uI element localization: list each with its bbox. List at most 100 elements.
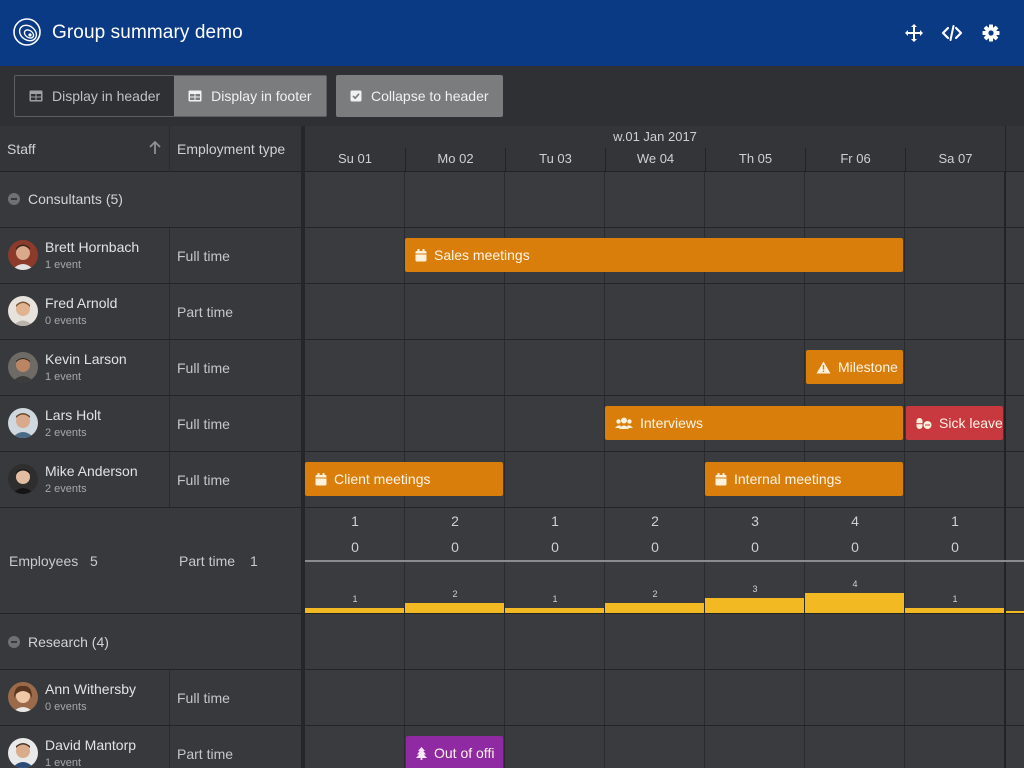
group-label: Consultants (5) — [28, 191, 123, 207]
group-header-consultants[interactable]: Consultants (5) — [0, 172, 301, 228]
employment-type: Full time — [177, 248, 230, 264]
app-title: Group summary demo — [52, 22, 243, 43]
day-header[interactable] — [1005, 148, 1024, 172]
collapse-group-icon[interactable] — [8, 636, 20, 648]
event-count: 0 events — [45, 315, 87, 327]
collapse-group-icon[interactable] — [8, 193, 20, 205]
staff-name: Fred Arnold — [45, 295, 118, 311]
summary-bar-label: 1 — [552, 594, 558, 604]
collapse-toggle: Collapse to header — [336, 75, 503, 117]
summary-bar-label: 1 — [952, 594, 958, 604]
employment-type-column-header[interactable]: Employment type — [170, 126, 301, 172]
employees-summary-value: 5 — [90, 553, 98, 569]
employment-type: Full time — [177, 360, 230, 376]
week-gridline — [1004, 172, 1006, 768]
summary-bar-label: 1 — [352, 594, 358, 604]
pills-icon — [916, 417, 932, 429]
table-icon — [188, 90, 202, 102]
employment-type-cell: Full time — [170, 340, 301, 395]
event-name: Out of offi — [434, 745, 495, 761]
event-bar[interactable]: Milestone — [806, 350, 903, 384]
fulltime-count: 4 — [851, 513, 859, 529]
event-name: Sales meetings — [434, 247, 530, 263]
event-count: 0 events — [45, 701, 87, 713]
day-header[interactable]: We 04 — [605, 148, 705, 172]
table-icon — [29, 90, 43, 102]
parttime-summary-label: Part time — [179, 553, 236, 569]
parttime-count: 0 — [351, 539, 359, 555]
collapse-to-header-button[interactable]: Collapse to header — [336, 75, 503, 117]
event-name: Milestone — [838, 359, 898, 375]
event-name: Sick leave — [939, 415, 1003, 431]
day-header[interactable]: Mo 02 — [405, 148, 505, 172]
event-bar[interactable]: Sick leave — [906, 406, 1003, 440]
display-in-header-button[interactable]: Display in header — [15, 76, 174, 116]
event-bar[interactable]: Internal meetings — [705, 462, 903, 496]
parttime-count: 0 — [851, 539, 859, 555]
resource-row[interactable]: Lars Holt 2 events Full time — [0, 396, 301, 452]
resource-row[interactable]: David Mantorp 1 event Part time — [0, 726, 301, 768]
resource-row[interactable]: Kevin Larson 1 event Full time — [0, 340, 301, 396]
day-header[interactable]: Th 05 — [705, 148, 805, 172]
staff-cell: David Mantorp 1 event — [0, 726, 170, 768]
employment-type-cell: Full time — [170, 396, 301, 451]
resource-row[interactable]: Ann Withersby 0 events Full time — [0, 670, 301, 726]
group-label: Research (4) — [28, 634, 109, 650]
day-header[interactable]: Fr 06 — [805, 148, 905, 172]
fulltime-count: 1 — [551, 513, 559, 529]
employment-type: Full time — [177, 690, 230, 706]
row-line — [305, 395, 1024, 396]
week-divider — [1005, 126, 1006, 148]
day-header[interactable]: Sa 07 — [905, 148, 1005, 172]
resource-row[interactable]: Brett Hornbach 1 event Full time — [0, 228, 301, 284]
group-summary-row: Employees 5 Part time 1 — [0, 508, 301, 614]
summary-bar — [305, 608, 404, 613]
staff-cell: Brett Hornbach 1 event — [0, 228, 170, 283]
row-line — [305, 451, 1024, 452]
staff-column-header[interactable]: Staff — [0, 126, 170, 172]
staff-cell: Ann Withersby 0 events — [0, 670, 170, 725]
employment-type-cell: Part time — [170, 284, 301, 339]
employees-summary-label: Employees — [9, 553, 79, 569]
users-icon — [615, 417, 633, 429]
avatar — [8, 682, 38, 712]
resource-row[interactable]: Mike Anderson 2 events Full time — [0, 452, 301, 508]
day-header[interactable]: Su 01 — [305, 148, 405, 172]
summary-bar-label: 2 — [652, 589, 658, 599]
app-header: Group summary demo — [0, 0, 1024, 66]
resource-row[interactable]: Fred Arnold 0 events Part time — [0, 284, 301, 340]
warning-icon — [816, 361, 831, 373]
event-count: 2 events — [45, 427, 87, 439]
toolbar: Display in header Display in footer Coll… — [0, 66, 1024, 126]
event-count: 1 event — [45, 371, 82, 383]
fullscreen-icon[interactable] — [903, 22, 925, 44]
summary-divider — [305, 560, 1024, 562]
fulltime-count: 1 — [951, 513, 959, 529]
sort-ascending-icon[interactable] — [149, 141, 161, 155]
staff-cell: Mike Anderson 2 events — [0, 452, 170, 507]
event-name: Interviews — [640, 415, 704, 431]
summary-bar-label: 4 — [852, 579, 858, 589]
display-in-footer-button[interactable]: Display in footer — [174, 76, 326, 116]
event-bar[interactable]: Client meetings — [305, 462, 503, 496]
staff-name: Brett Hornbach — [45, 239, 140, 255]
avatar — [8, 738, 38, 768]
summary-bar-label: 3 — [752, 584, 758, 594]
group-header-research[interactable]: Research (4) — [0, 614, 301, 670]
employment-type: Full time — [177, 416, 230, 432]
week-label: w.01 Jan 2017 — [613, 129, 697, 144]
event-bar[interactable]: Interviews — [605, 406, 903, 440]
event-bar[interactable]: Sales meetings — [405, 238, 903, 272]
employment-type-cell: Full time — [170, 670, 301, 725]
staff-name: Kevin Larson — [45, 351, 127, 367]
fulltime-count: 2 — [451, 513, 459, 529]
parttime-count: 0 — [951, 539, 959, 555]
settings-icon[interactable] — [980, 22, 1002, 44]
event-bar[interactable]: Out of offi — [406, 736, 503, 768]
day-gridline — [904, 172, 905, 768]
code-icon[interactable] — [941, 22, 963, 44]
row-line — [305, 339, 1024, 340]
day-header[interactable]: Tu 03 — [505, 148, 605, 172]
event-count: 1 event — [45, 259, 82, 271]
summary-bar-label: 2 — [452, 589, 458, 599]
